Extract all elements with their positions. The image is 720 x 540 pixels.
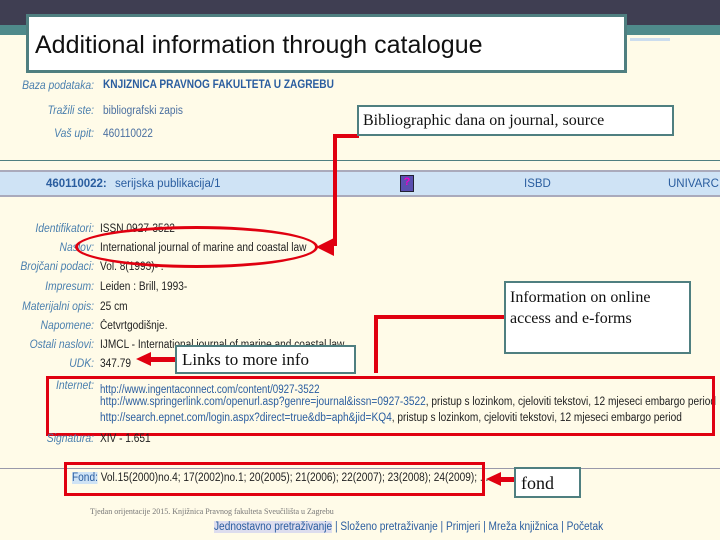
search-label: Baza podataka: [22,80,94,92]
field-value: Leiden : Brill, 1993- [100,281,188,293]
isbd-link[interactable]: ISBD [524,178,551,190]
decorative-stripe [630,38,670,41]
search-query: 460110022 [103,128,153,140]
connector-line [333,134,337,246]
field-value: 347.79 [100,358,131,370]
nav-library-network[interactable]: Mreža knjižnica [489,521,559,533]
field-label: Identifikatori: [35,223,94,235]
connector-line [333,134,359,138]
record-type: serijska publikacija/1 [115,178,221,190]
field-value: 25 cm [100,301,128,313]
record-id: 460110022: [46,178,107,190]
univarc-link[interactable]: UNIVARC [668,178,719,190]
connector-line [374,315,506,319]
database-name: KNJIZNICA PRAVNOG FAKULTETA U ZAGREBU [103,79,334,91]
title-highlight-ellipse [75,226,318,268]
nav-advanced-search[interactable]: Složeno pretraživanje [340,521,437,533]
nav-home[interactable]: Početak [567,521,604,533]
nav-examples[interactable]: Primjeri [446,521,480,533]
help-book-icon[interactable]: ? [400,175,414,192]
field-label: Napomene: [40,320,94,332]
arrow-head [316,238,334,256]
fond-highlight-box [64,462,485,496]
search-label: Vaš upit: [54,128,94,140]
signatura-label: Signatura: [46,433,94,445]
slide-footer: Tjedan orijentacije 2015. Knjižnica Prav… [90,507,334,516]
field-label: Impresum: [45,281,94,293]
nav-simple-search[interactable]: Jednostavno pretraživanje [214,521,333,533]
connector-line [374,315,378,373]
search-type: bibliografski zapis [103,105,183,117]
slide-title: Additional information through catalogue [26,14,627,73]
field-label: Brojčani podaci: [20,261,94,273]
divider [0,160,720,161]
callout-fond: fond [514,467,581,498]
callout-links: Links to more info [175,345,356,374]
arrow-head [136,352,151,366]
search-label: Tražili ste: [47,105,94,117]
field-value: Četvrtgodišnje. [100,320,168,332]
internet-highlight-box [46,376,715,436]
field-label: Materijalni opis: [22,301,94,313]
connector-line [150,357,176,362]
field-label: UDK: [69,358,94,370]
field-label: Ostali naslovi: [29,339,94,351]
bottom-nav: Jednostavno pretraživanje | Složeno pret… [214,521,604,533]
callout-online-access: Information on online access and e-forms [504,281,691,354]
record-header: 460110022: serijska publikacija/1 ? ISBD… [0,170,720,197]
signatura-value: XIV - 1.651 [100,433,151,445]
arrow-head [486,472,501,486]
callout-bibliographic: Bibliographic dana on journal, source [357,105,674,136]
